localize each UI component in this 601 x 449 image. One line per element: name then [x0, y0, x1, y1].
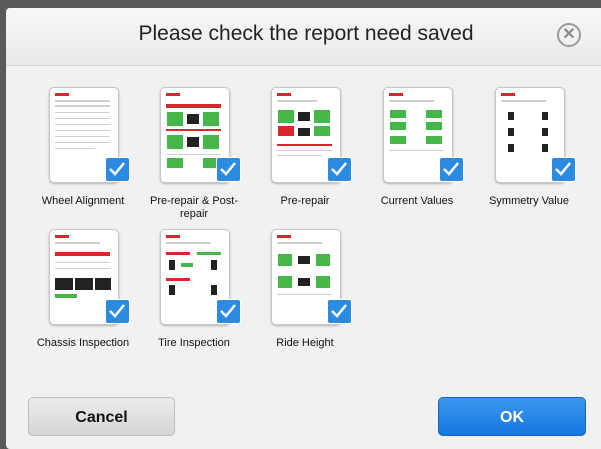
report-label: Chassis Inspection	[36, 337, 130, 349]
report-thumbnail[interactable]	[49, 229, 130, 326]
report-thumbnail[interactable]	[383, 87, 464, 184]
report-label: Ride Height	[276, 337, 334, 349]
checkbox-checked-icon[interactable]	[327, 157, 352, 182]
checkbox-checked-icon[interactable]	[216, 299, 241, 324]
report-label: Current Values	[380, 195, 454, 207]
report-thumbnail[interactable]	[271, 229, 352, 326]
ok-button[interactable]: OK	[438, 397, 586, 436]
report-thumbnail[interactable]	[495, 87, 576, 184]
report-thumbnail[interactable]	[160, 87, 241, 184]
report-label: Pre-repair & Post-repair	[149, 195, 239, 220]
checkbox-checked-icon[interactable]	[439, 157, 464, 182]
report-thumbnail[interactable]	[271, 87, 352, 184]
report-label: Pre-repair	[280, 195, 330, 207]
checkbox-checked-icon[interactable]	[105, 157, 130, 182]
checkbox-checked-icon[interactable]	[327, 299, 352, 324]
cancel-button[interactable]: Cancel	[28, 397, 175, 436]
report-thumbnail[interactable]	[160, 229, 241, 326]
dialog-title: Please check the report need saved	[138, 22, 474, 45]
checkbox-checked-icon[interactable]	[216, 157, 241, 182]
report-label: Wheel Alignment	[41, 195, 125, 207]
dialog-header: Please check the report need saved ✕	[6, 8, 601, 66]
close-icon[interactable]: ✕	[557, 23, 581, 47]
report-thumbnail[interactable]	[49, 87, 130, 184]
save-report-dialog: Please check the report need saved ✕ Whe…	[6, 8, 601, 449]
report-label: Symmetry Value	[489, 195, 569, 207]
checkbox-checked-icon[interactable]	[105, 299, 130, 324]
checkbox-checked-icon[interactable]	[551, 157, 576, 182]
report-label: Tire Inspection	[158, 337, 230, 349]
